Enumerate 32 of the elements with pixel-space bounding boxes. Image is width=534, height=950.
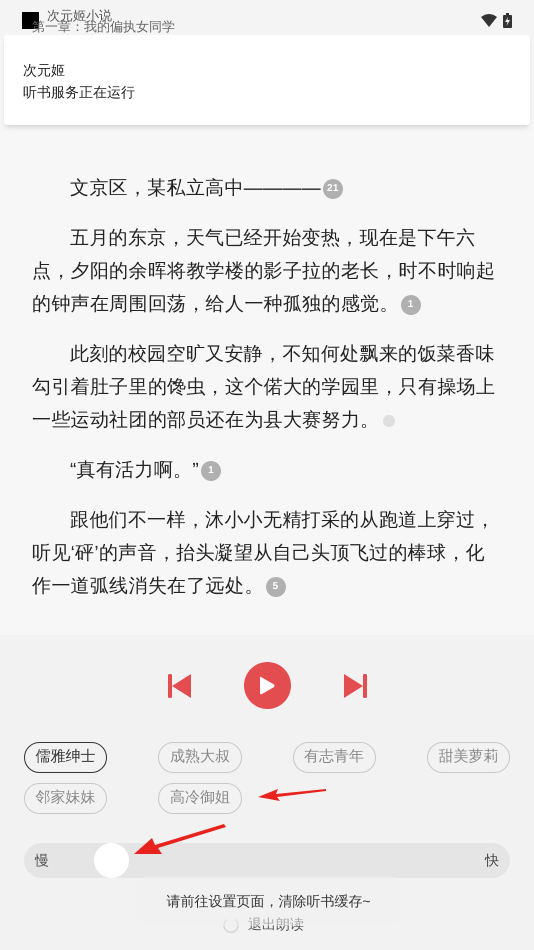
wifi-icon xyxy=(481,14,497,26)
previous-icon[interactable] xyxy=(168,674,192,698)
next-icon[interactable] xyxy=(342,674,366,698)
paragraph: 文京区，某私立高中———— 21 xyxy=(32,172,504,205)
voice-chip[interactable]: 甜美萝莉 xyxy=(426,742,510,773)
voice-chip[interactable]: 邻家妹妹 xyxy=(24,783,108,814)
paragraph: 五月的东京，天气已经开始变热，现在是下午六点，夕阳的余晖将教学楼的影子拉的老长，时不时响起的钟声在周围回荡，给人一种孤独的感觉。 1 xyxy=(32,227,496,317)
slow-label: 慢 xyxy=(35,851,49,870)
comment-count-badge[interactable]: 1 xyxy=(201,460,222,481)
voice-chip[interactable]: 成熟大叔 xyxy=(158,742,242,773)
paragraph: “真有活力啊。” 1 xyxy=(32,454,504,487)
voice-chip[interactable]: 高冷御姐 xyxy=(158,783,242,814)
app-title: 次元姬小说 xyxy=(47,8,112,22)
fast-label: 快 xyxy=(485,851,499,870)
voice-chip[interactable]: 儒雅绅士 xyxy=(24,742,108,773)
battery-icon xyxy=(503,12,512,28)
slider-thumb[interactable] xyxy=(94,843,129,878)
speed-slider[interactable]: 慢 快 xyxy=(24,843,510,878)
play-icon xyxy=(259,676,275,695)
notification-title: 次元姬 xyxy=(23,61,65,80)
comment-dot-badge[interactable] xyxy=(383,414,396,427)
comment-count-badge[interactable]: 5 xyxy=(266,576,286,597)
notification-card[interactable]: 次元姬 听书服务正在运行 xyxy=(4,35,530,125)
notification-text: 听书服务正在运行 xyxy=(23,83,135,102)
paragraph: 跟他们不一样，沐小小无精打采的从跑道上穿过，听见‘砰’的声音，抬头凝望从自己头顶飞过的棒球，化作一道弧线消失在了远处。 5 xyxy=(32,509,496,599)
comment-count-badge[interactable]: 1 xyxy=(400,294,421,315)
voice-chip[interactable]: 有志青年 xyxy=(292,742,376,773)
exit-reading-button[interactable]: 退出朗读 xyxy=(222,914,304,935)
toast-message: 请前往设置页面，清除听书缓存~ xyxy=(166,892,371,910)
paragraph: 此刻的校园空旷又安静，不知何处飘来的饭菜香味勾引着肚子里的馋虫，这个偌大的学园里，只有操场上一些运动社团的部员还在为县大赛努力。 xyxy=(32,343,496,433)
play-button[interactable] xyxy=(244,662,290,709)
comment-count-badge[interactable]: 21 xyxy=(322,178,343,199)
